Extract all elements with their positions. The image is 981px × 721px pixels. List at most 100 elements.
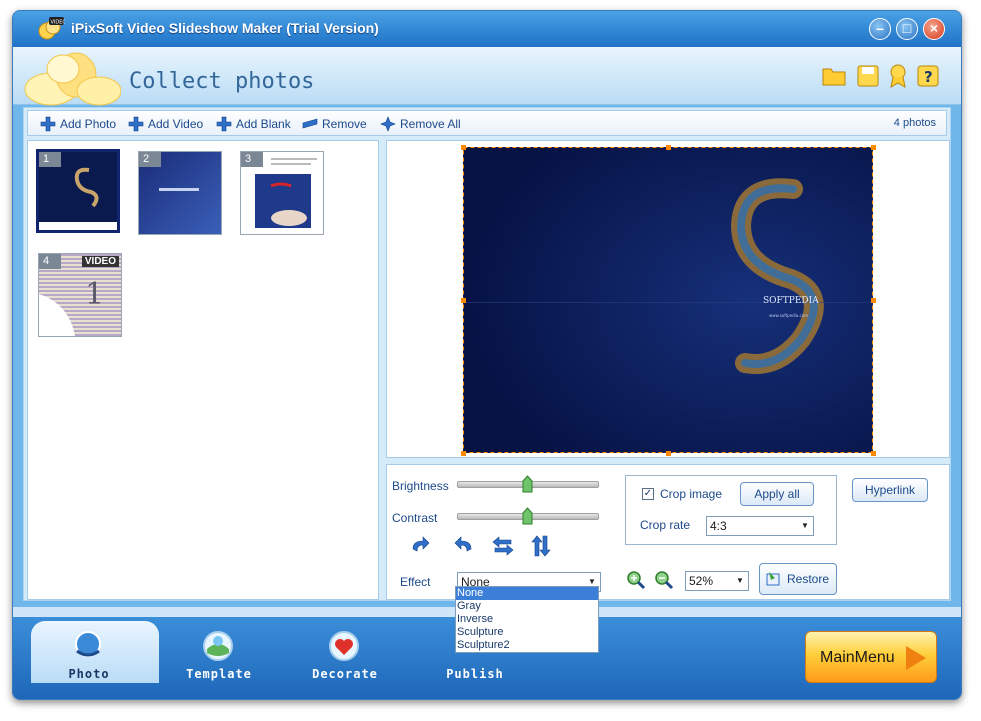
content-area: Add Photo Add Video Add Blank Remove Rem… xyxy=(23,107,951,601)
tab-template-label: Template xyxy=(186,667,252,681)
crop-handle-bl[interactable] xyxy=(461,451,466,456)
svg-text:1: 1 xyxy=(85,277,104,312)
crop-handle-tm[interactable] xyxy=(666,145,671,150)
contrast-label: Contrast xyxy=(392,511,438,525)
add-photo-button[interactable]: Add Photo xyxy=(40,115,116,133)
main-menu-button[interactable]: MainMenu xyxy=(805,631,937,683)
thumbnail-3[interactable]: 3 xyxy=(240,151,324,235)
tab-photo[interactable]: Photo xyxy=(29,625,149,691)
section-header: Collect photos ? xyxy=(13,47,961,106)
tab-publish-label: Publish xyxy=(446,667,504,681)
tab-decorate[interactable]: Decorate xyxy=(285,625,405,691)
zoom-in-icon[interactable] xyxy=(625,569,647,591)
remove-all-label: Remove All xyxy=(400,117,461,131)
zoom-value: 52% xyxy=(689,574,714,588)
save-icon[interactable] xyxy=(855,63,881,89)
brightness-label: Brightness xyxy=(392,479,449,493)
maximize-button[interactable]: □ xyxy=(896,18,918,40)
effect-option[interactable]: Inverse xyxy=(456,613,598,626)
thumbnail-4[interactable]: 4 VIDEO 1 xyxy=(38,253,122,337)
window-title: iPixSoft Video Slideshow Maker (Trial Ve… xyxy=(71,20,379,36)
hyperlink-button[interactable]: Hyperlink xyxy=(852,478,928,502)
effect-option[interactable]: Gray xyxy=(456,600,598,613)
crop-handle-tl[interactable] xyxy=(461,145,466,150)
thumbnail-number: 2 xyxy=(139,152,161,167)
effect-option[interactable]: Sculpture xyxy=(456,626,598,639)
effect-label: Effect xyxy=(400,575,431,589)
folder-icon[interactable] xyxy=(821,63,847,89)
restore-label: Restore xyxy=(786,572,830,586)
crop-group: ✓ Crop image Apply all Crop rate 4:3 ▼ xyxy=(625,475,837,545)
restore-icon xyxy=(766,572,780,586)
page-title: Collect photos xyxy=(129,69,315,94)
remove-button[interactable]: Remove xyxy=(302,115,367,133)
add-blank-icon xyxy=(216,116,232,132)
edit-panel: Brightness Contrast Effect None ▼ ✓ Crop… xyxy=(386,464,950,600)
add-video-button[interactable]: Add Video xyxy=(128,115,203,133)
add-blank-button[interactable]: Add Blank xyxy=(216,115,291,133)
effect-dropdown-list[interactable]: None Gray Inverse Sculpture Sculpture2 xyxy=(455,586,599,653)
add-video-label: Add Video xyxy=(148,117,204,131)
svg-text:VIDEO: VIDEO xyxy=(51,20,66,26)
thumbnail-number: 3 xyxy=(241,152,263,167)
help-icon[interactable]: ? xyxy=(915,63,941,89)
rotate-left-icon[interactable] xyxy=(409,535,433,557)
tab-decorate-label: Decorate xyxy=(312,667,378,681)
photo-toolbar: Add Photo Add Video Add Blank Remove Rem… xyxy=(27,110,947,136)
preview-brand-text: SOFTPEDIA xyxy=(763,296,819,306)
preview-panel: SOFTPEDIA www.softpedia.com xyxy=(386,140,950,458)
crop-handle-mr[interactable] xyxy=(871,298,876,303)
preview-brand-url: www.softpedia.com xyxy=(769,313,808,318)
add-photo-icon xyxy=(40,116,56,132)
remove-all-icon xyxy=(380,116,396,132)
restore-button[interactable]: Restore xyxy=(759,563,837,595)
svg-text:?: ? xyxy=(924,68,933,86)
tab-template[interactable]: Template xyxy=(159,625,279,691)
remove-label: Remove xyxy=(322,117,367,131)
main-menu-label: MainMenu xyxy=(820,649,895,666)
crop-handle-br[interactable] xyxy=(871,451,876,456)
remove-icon xyxy=(302,118,318,129)
crop-image-label: Crop image xyxy=(660,487,723,501)
video-badge: VIDEO xyxy=(81,256,119,267)
zoom-select[interactable]: 52% ▼ xyxy=(685,571,749,591)
effect-option[interactable]: None xyxy=(456,587,598,600)
chevron-down-icon: ▼ xyxy=(736,576,744,585)
title-bar[interactable]: VIDEO iPixSoft Video Slideshow Maker (Tr… xyxy=(13,11,961,47)
crop-rate-value: 4:3 xyxy=(710,519,727,533)
zoom-out-icon[interactable] xyxy=(653,569,675,591)
preview-image[interactable]: SOFTPEDIA www.softpedia.com xyxy=(463,147,873,453)
apply-all-button[interactable]: Apply all xyxy=(740,482,814,506)
brightness-slider-thumb[interactable] xyxy=(522,475,533,493)
contrast-slider-thumb[interactable] xyxy=(522,507,533,525)
thumbnail-2[interactable]: 2 xyxy=(138,151,222,235)
rotate-right-icon[interactable] xyxy=(451,535,475,557)
crop-rate-select[interactable]: 4:3 ▼ xyxy=(706,516,814,536)
add-video-icon xyxy=(128,116,144,132)
photo-globe-icon xyxy=(75,631,101,657)
photo-count: 4 photos xyxy=(893,117,936,129)
flip-vertical-icon[interactable] xyxy=(529,535,553,557)
chevron-down-icon: ▼ xyxy=(801,521,809,530)
effect-option[interactable]: Sculpture2 xyxy=(456,639,598,652)
add-photo-label: Add Photo xyxy=(60,117,117,131)
template-icon xyxy=(203,631,233,661)
crop-image-checkbox[interactable]: ✓ xyxy=(642,488,654,500)
award-icon[interactable] xyxy=(885,63,911,89)
crop-rate-label: Crop rate xyxy=(640,518,691,532)
thumbnail-1[interactable]: 1 xyxy=(36,149,120,233)
tab-photo-label: Photo xyxy=(68,667,110,681)
remove-all-button[interactable]: Remove All xyxy=(380,115,461,133)
thumbnail-number: 1 xyxy=(39,152,61,167)
add-blank-label: Add Blank xyxy=(236,117,291,131)
play-arrow-icon xyxy=(906,646,926,670)
crop-handle-bm[interactable] xyxy=(666,451,671,456)
crop-handle-tr[interactable] xyxy=(871,145,876,150)
flip-horizontal-icon[interactable] xyxy=(491,535,515,557)
close-button[interactable]: × xyxy=(923,18,945,40)
thumbnail-panel[interactable]: 1 2 3 4 VIDEO 1 xyxy=(27,140,379,600)
minimize-button[interactable]: – xyxy=(869,18,891,40)
app-logo-icon: VIDEO xyxy=(38,17,66,40)
crop-handle-ml[interactable] xyxy=(461,298,466,303)
flower-logo-icon xyxy=(24,52,121,106)
